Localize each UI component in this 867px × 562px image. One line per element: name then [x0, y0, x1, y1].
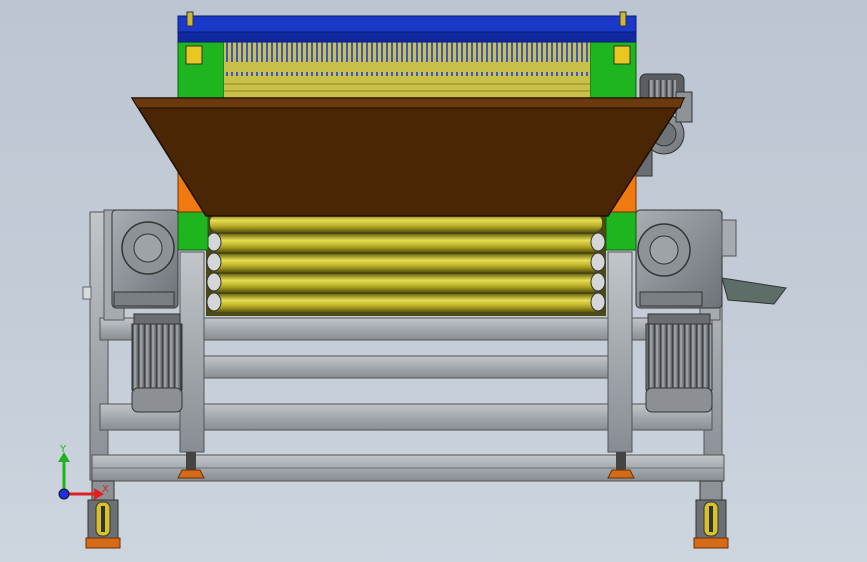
z-axis-dot — [58, 488, 70, 500]
roller-bank[interactable] — [206, 212, 606, 316]
x-axis-label: X — [102, 484, 109, 495]
caster-right[interactable] — [693, 480, 729, 549]
electric-motor-left[interactable] — [131, 313, 183, 413]
electric-motor-right[interactable] — [645, 313, 713, 413]
gear-motor-right[interactable] — [635, 209, 723, 309]
cad-viewport[interactable]: Y X — [0, 0, 867, 562]
discharge-chute[interactable] — [721, 219, 787, 305]
y-axis-label: Y — [59, 444, 67, 455]
top-cover[interactable] — [177, 11, 637, 43]
hopper[interactable] — [130, 97, 686, 217]
machine-model-view[interactable]: Y X — [0, 0, 867, 562]
gear-motor-left[interactable] — [111, 209, 179, 309]
brush-bar — [224, 42, 590, 98]
